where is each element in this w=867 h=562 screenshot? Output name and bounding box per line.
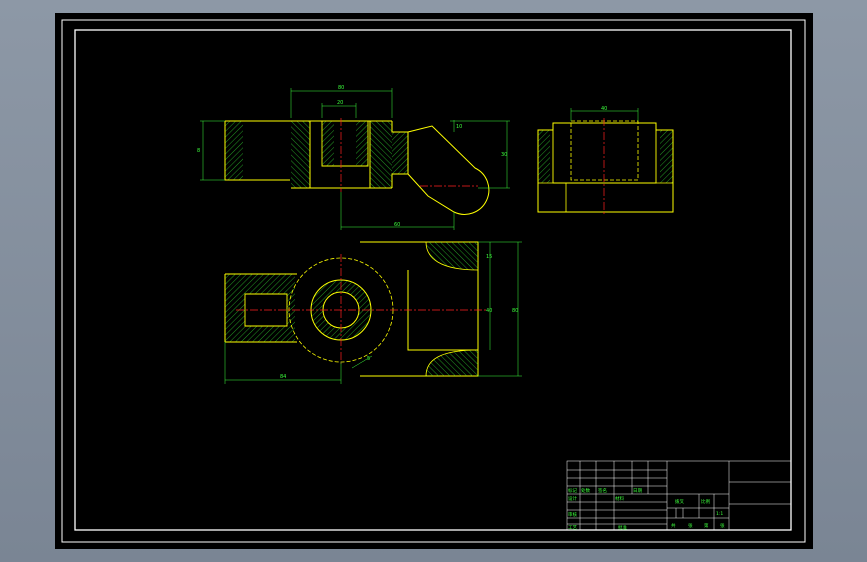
dim-left-height: 8 [197, 148, 200, 154]
tb-sheet-4: 张 [720, 522, 725, 529]
tb-sign: 签名 [598, 487, 607, 494]
tb-scale-value: 1:1 [716, 511, 723, 517]
tb-scale-label: 比例 [701, 498, 710, 505]
cad-viewport[interactable]: 80 20 8 10 30 60 40 15 40 80 84 5 标记 处数 … [55, 13, 813, 549]
engineering-drawing: 80 20 8 10 30 60 40 15 40 80 84 5 标记 处数 … [61, 19, 806, 543]
dim-plan-overall: 80 [512, 308, 518, 314]
tb-checker: 审核 [568, 511, 577, 518]
dim-top-inner: 20 [337, 100, 343, 106]
tb-count: 处数 [581, 487, 590, 494]
dim-plan-top: 15 [486, 254, 492, 260]
dim-slot-offset: 10 [456, 124, 462, 130]
dim-bottom-span: 60 [394, 222, 400, 228]
dim-plan-bottom-small: 5 [367, 356, 370, 362]
tb-designer: 设计 [568, 495, 577, 502]
tb-mark: 标记 [568, 487, 577, 494]
tb-sheet-2: 张 [688, 522, 693, 529]
outer-border [61, 19, 806, 543]
tb-sheet-3: 第 [704, 522, 709, 529]
tb-sheet-1: 共 [671, 522, 676, 529]
tb-material: 材料 [615, 495, 624, 502]
dim-right-height: 30 [501, 152, 507, 158]
dim-plan-bottom: 84 [280, 374, 286, 380]
dim-plan-mid: 40 [486, 308, 492, 314]
dim-top-overall: 80 [338, 85, 344, 91]
tb-date: 日期 [633, 488, 642, 494]
plan-view [224, 241, 522, 384]
front-view [200, 88, 510, 230]
side-view [537, 108, 674, 215]
title-block [566, 460, 792, 531]
inner-frame [74, 29, 792, 531]
tb-part-name: 拨叉 [675, 498, 684, 505]
tb-approve: 批准 [618, 524, 627, 531]
tb-process: 工艺 [568, 525, 577, 531]
dim-side-top: 40 [601, 106, 607, 112]
